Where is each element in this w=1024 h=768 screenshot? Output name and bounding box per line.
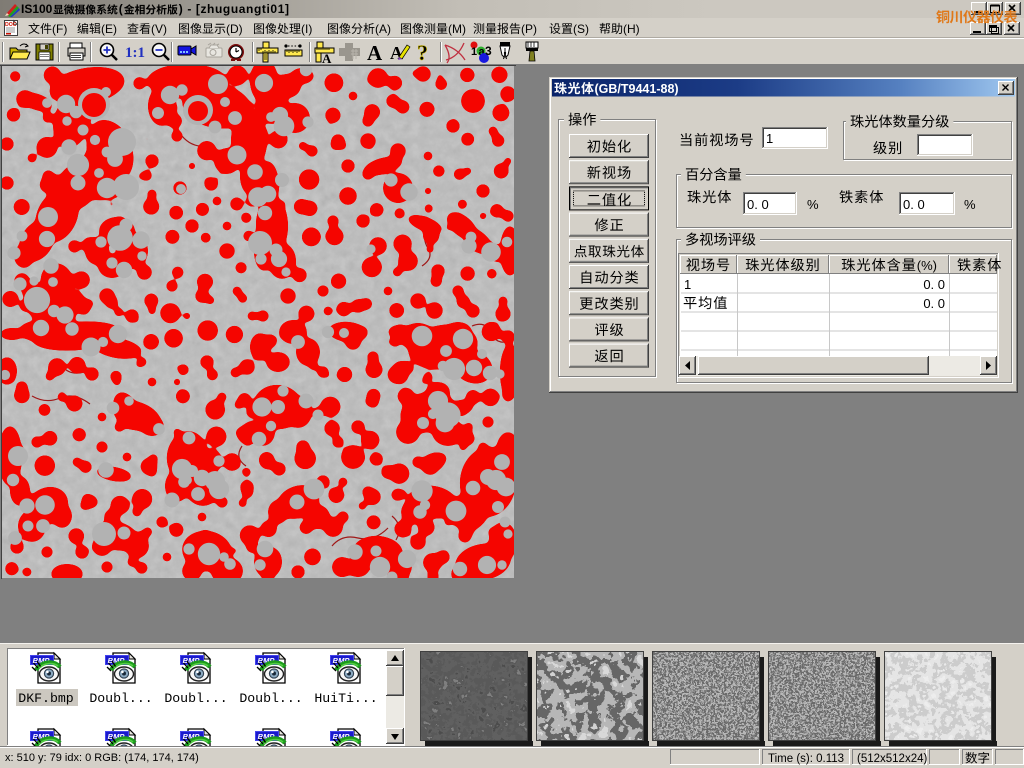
svg-text:IS100: IS100 [21,2,53,16]
svg-text:0. 0: 0. 0 [903,197,925,212]
svg-text:(I): (I) [301,22,312,36]
svg-text:0. 0: 0. 0 [923,296,945,311]
svg-text:(A): (A) [375,22,391,36]
svg-text:1: 1 [471,46,477,58]
svg-text:Doubl...: Doubl... [89,691,152,706]
svg-text:?: ? [417,40,428,65]
svg-text:Doubl...: Doubl... [164,691,227,706]
svg-text:HuiTi...: HuiTi... [314,691,377,706]
svg-text:1: 1 [766,131,773,146]
svg-text:3: 3 [485,44,492,58]
svg-text:(: ( [119,2,123,16]
svg-text:DKF.bmp: DKF.bmp [18,691,73,706]
svg-text:(P): (P) [521,22,537,36]
svg-text:(%): (%) [917,258,937,273]
svg-text:(V): (V) [151,22,167,36]
svg-text:A: A [322,51,332,66]
svg-text:Time (s): 0.113: Time (s): 0.113 [768,753,844,765]
svg-text:(H): (H) [623,22,640,36]
svg-text:0. 0: 0. 0 [923,277,945,292]
svg-text:1: 1 [684,277,691,292]
svg-text:(E): (E) [101,22,117,36]
svg-text:A: A [367,41,383,65]
svg-text:(512x512x24): (512x512x24) [857,753,927,765]
svg-text:%: % [807,197,819,212]
svg-text:x: 510 y: 79 idx: 0 RGB: (17: x: 510 y: 79 idx: 0 RGB: (174, 174, 174) [5,752,199,764]
svg-text:) - [zhuguangti01]: ) - [zhuguangti01] [179,2,290,16]
svg-text:DOC: DOC [5,22,17,28]
svg-text:1:1: 1:1 [125,45,145,61]
svg-text:%: % [964,197,976,212]
svg-text:A: A [390,43,403,63]
svg-text:0. 0: 0. 0 [747,197,769,212]
svg-text:(F): (F) [52,22,67,36]
svg-text:(GB/T9441-88): (GB/T9441-88) [595,82,679,96]
svg-text:(M): (M) [448,22,466,36]
svg-text:Doubl...: Doubl... [239,691,302,706]
svg-text:(S): (S) [573,22,589,36]
svg-text:(D): (D) [226,22,243,36]
